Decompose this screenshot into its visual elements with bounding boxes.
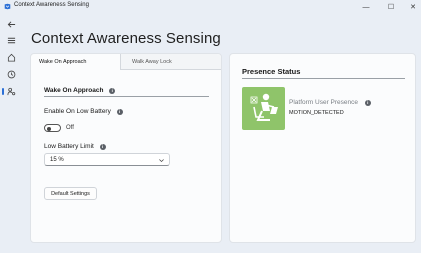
back-button[interactable] (4, 18, 18, 31)
info-icon[interactable]: i (364, 99, 371, 106)
presence-item-name-text: Platform User Presence (289, 99, 358, 106)
presence-item-status: MOTION_DETECTED (289, 110, 344, 116)
close-button[interactable]: ✕ (403, 1, 421, 13)
section-title: Wake On Approach i (44, 87, 116, 94)
low-battery-limit-label: Low Battery Limit i (44, 143, 106, 150)
info-icon[interactable]: i (116, 108, 123, 115)
presence-item-name: Platform User Presence i (289, 99, 371, 106)
enable-low-battery-toggle[interactable] (44, 124, 61, 132)
hamburger-menu-icon (7, 37, 15, 44)
settings-tabs: Wake On Approach Walk Away Lock (31, 54, 221, 70)
toggle-state-text: Off (66, 125, 74, 131)
low-battery-limit-text: Low Battery Limit (44, 143, 94, 150)
presence-status-title: Presence Status (242, 67, 301, 76)
settings-card: Wake On Approach Walk Away Lock Wake On … (30, 53, 222, 243)
toggle-knob (47, 126, 51, 131)
default-settings-button[interactable]: Default Settings (44, 187, 97, 200)
page-title: Context Awareness Sensing (31, 30, 221, 47)
nav-home[interactable] (4, 51, 18, 64)
info-icon[interactable]: i (109, 87, 116, 94)
section-divider (44, 96, 209, 97)
low-battery-limit-dropdown[interactable]: 15 % (44, 153, 170, 166)
chevron-down-icon (159, 159, 164, 163)
minimize-button[interactable]: — (356, 1, 376, 13)
menu-button[interactable] (4, 34, 18, 47)
nav-context-sensing[interactable] (4, 85, 18, 98)
enable-low-battery-label: Enable On Low Battery i (44, 108, 123, 115)
enable-low-battery-text: Enable On Low Battery (44, 108, 111, 115)
dropdown-value: 15 % (50, 157, 64, 163)
info-icon[interactable]: i (99, 143, 106, 150)
user-at-laptop-icon (250, 93, 278, 121)
window-title: Context Awareness Sensing (14, 2, 89, 8)
person-settings-icon (6, 87, 15, 96)
app-icon (4, 3, 11, 10)
tab-walk-away-lock[interactable]: Walk Away Lock (132, 59, 172, 65)
home-icon (7, 53, 15, 62)
nav-history[interactable] (4, 68, 18, 81)
presence-divider (242, 78, 405, 79)
presence-tile (242, 87, 285, 130)
maximize-button[interactable]: ☐ (381, 1, 401, 13)
presence-status-card: Presence Status Platform User Presence i… (229, 53, 416, 243)
back-arrow-icon (7, 21, 15, 28)
title-bar: Context Awareness Sensing — ☐ ✕ (0, 0, 421, 14)
clock-icon (7, 70, 15, 79)
section-title-text: Wake On Approach (44, 87, 104, 94)
tab-wake-on-approach[interactable]: Wake On Approach (39, 59, 87, 65)
navigation-rail (0, 14, 22, 253)
